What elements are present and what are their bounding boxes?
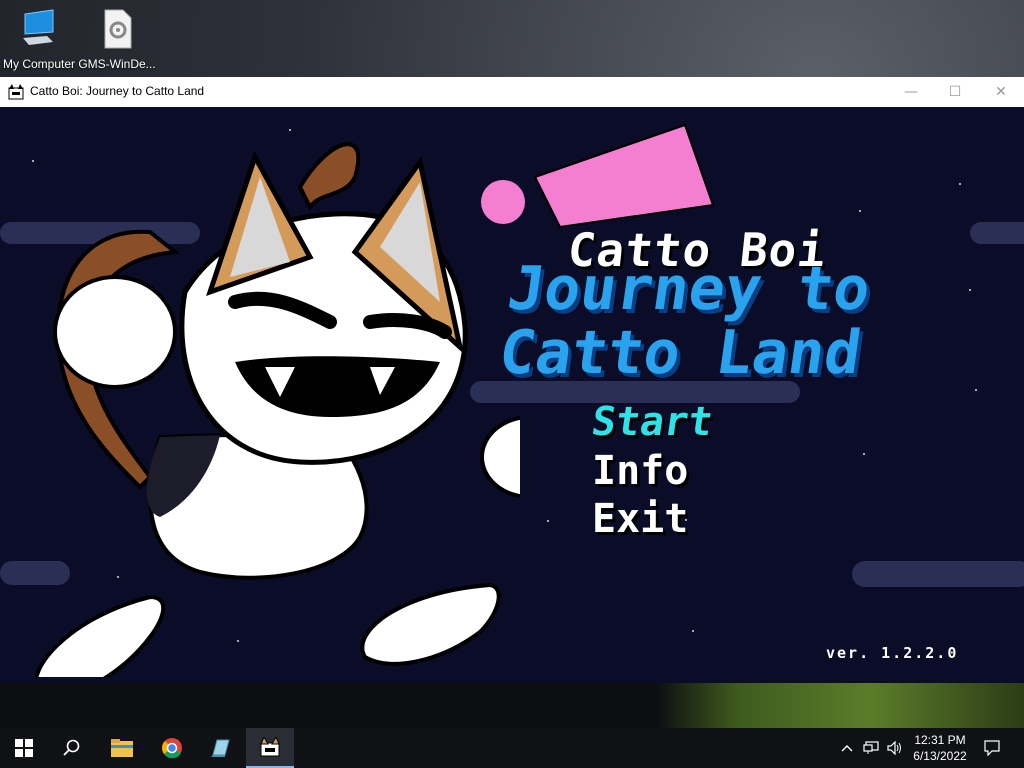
notifications-button[interactable]: [978, 728, 1006, 768]
catto-boi-app-icon: [260, 737, 280, 757]
gamemaker-icon: [211, 739, 230, 757]
game-canvas[interactable]: Catto Boi Journey to Catto Land Start In…: [0, 107, 1024, 683]
file-explorer-icon: [111, 739, 133, 757]
window-titlebar[interactable]: Catto Boi: Journey to Catto Land — ☐ ✕: [0, 77, 1024, 108]
network-icon: [863, 741, 879, 754]
game-title-line-2: Journey to Catto Land: [494, 254, 875, 388]
start-button[interactable]: [0, 728, 48, 768]
desktop-icon-gms-winde[interactable]: GMS-WinDe...: [78, 6, 156, 71]
search-icon: [63, 739, 80, 756]
version-label: ver. 1.2.2.0: [826, 644, 959, 662]
search-button[interactable]: [48, 728, 96, 768]
minimize-button[interactable]: —: [888, 77, 934, 107]
window-title: Catto Boi: Journey to Catto Land: [30, 84, 205, 98]
clock-date: 6/13/2022: [913, 749, 967, 763]
file-explorer-button[interactable]: [98, 728, 146, 768]
system-clock[interactable]: 12:31 PM 6/13/2022: [900, 732, 980, 764]
game-window: Catto Boi: Journey to Catto Land — ☐ ✕ C…: [0, 77, 1024, 683]
desktop-icon-my-computer[interactable]: My Computer: [0, 6, 78, 71]
settings-file-icon: [104, 9, 132, 49]
menu-info-button[interactable]: Info: [592, 449, 688, 493]
notifications-icon: [984, 740, 1000, 756]
network-button[interactable]: [860, 728, 882, 768]
catto-app-icon: [8, 84, 24, 100]
close-button[interactable]: ✕: [978, 77, 1024, 107]
chrome-button[interactable]: [148, 728, 196, 768]
gamemaker-button[interactable]: [196, 728, 244, 768]
menu-exit-button[interactable]: Exit: [592, 497, 688, 541]
desktop-icon-label: My Computer: [2, 57, 76, 71]
start-icon: [15, 739, 33, 757]
show-hidden-icons-button[interactable]: [838, 728, 856, 768]
chevron-up-icon: [841, 745, 853, 752]
desktop-icon-label: GMS-WinDe...: [78, 57, 156, 71]
desktop-wallpaper-strip: [0, 683, 1024, 728]
chrome-icon: [162, 738, 182, 759]
monitor-icon: [23, 9, 54, 45]
catto-boi-taskbar-button[interactable]: [246, 728, 294, 768]
maximize-button[interactable]: ☐: [932, 77, 978, 107]
clock-time: 12:31 PM: [914, 733, 966, 747]
catto-boi-artwork: [34, 142, 520, 677]
menu-start-button[interactable]: Start: [589, 399, 716, 445]
taskbar: 12:31 PM 6/13/2022: [0, 728, 1024, 768]
